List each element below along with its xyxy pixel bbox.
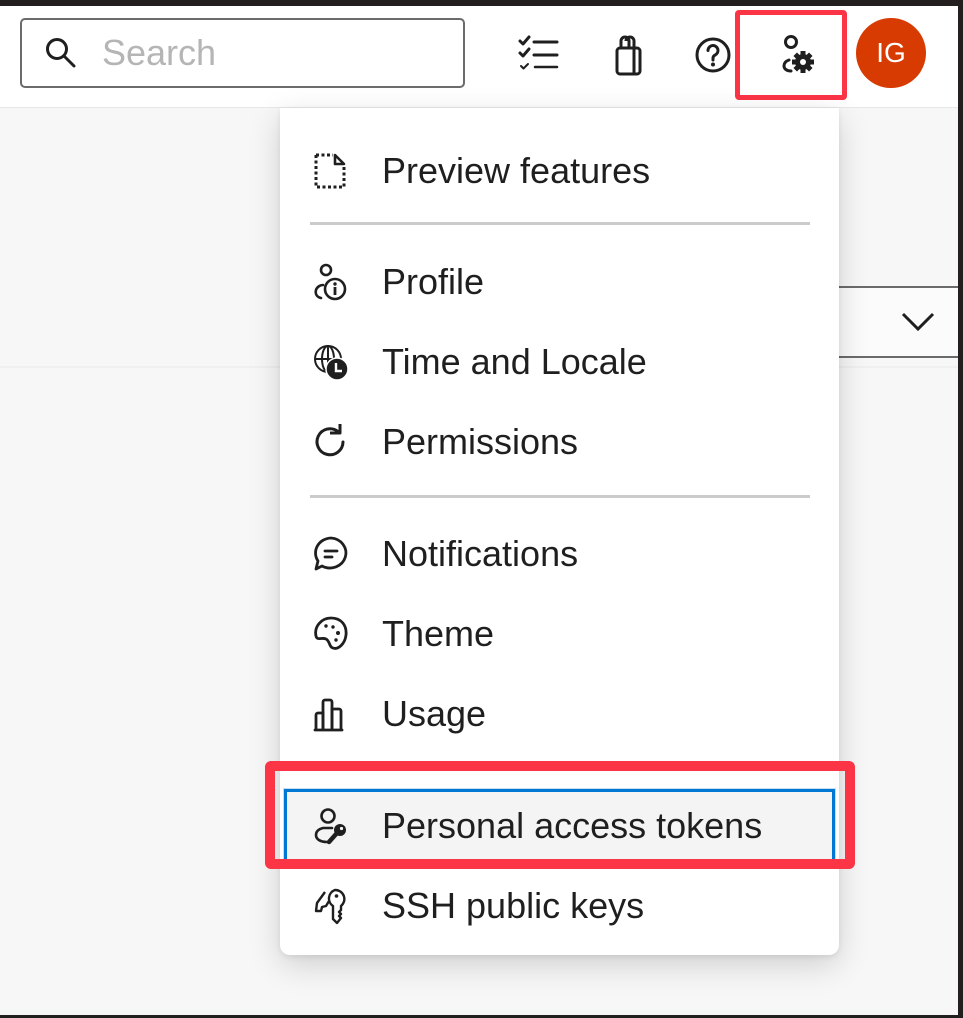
menu-item-label: Time and Locale bbox=[382, 341, 647, 382]
menu-item-profile[interactable]: Profile bbox=[280, 246, 839, 318]
menu-divider bbox=[310, 495, 810, 498]
menu-divider bbox=[310, 222, 810, 225]
menu-item-label: SSH public keys bbox=[382, 885, 645, 926]
avatar[interactable]: IG bbox=[856, 18, 926, 88]
menu-item-ssh-public-keys[interactable]: SSH public keys bbox=[280, 870, 839, 942]
menu-item-label: Preview features bbox=[382, 150, 651, 191]
menu-item-notifications[interactable]: Notifications bbox=[280, 518, 839, 590]
help-icon bbox=[695, 37, 731, 73]
work-items-checklist-icon bbox=[518, 35, 559, 70]
person-key-icon bbox=[311, 806, 351, 846]
profile-info-icon bbox=[311, 262, 351, 302]
user-settings-icon bbox=[782, 35, 814, 73]
menu-item-label: Personal access tokens bbox=[382, 805, 763, 846]
refresh-icon bbox=[311, 422, 351, 462]
menu-item-usage[interactable]: Usage bbox=[280, 678, 839, 750]
keys-icon bbox=[311, 886, 351, 926]
menu-item-personal-access-tokens[interactable]: Personal access tokens bbox=[283, 788, 836, 864]
menu-item-label: Notifications bbox=[382, 533, 579, 574]
globe-clock-icon bbox=[311, 342, 351, 382]
user-settings-menu: Preview features Profile Time and Locale… bbox=[280, 108, 839, 955]
search-input[interactable] bbox=[102, 32, 432, 74]
help-button[interactable] bbox=[681, 20, 745, 90]
app-window: IG Preview features bbox=[0, 6, 958, 1015]
search-box[interactable] bbox=[20, 18, 465, 88]
menu-item-theme[interactable]: Theme bbox=[280, 598, 839, 670]
menu-item-permissions[interactable]: Permissions bbox=[280, 406, 839, 478]
chevron-down-icon bbox=[901, 312, 935, 332]
top-bar: IG bbox=[0, 6, 958, 108]
menu-item-label: Profile bbox=[382, 261, 485, 302]
menu-item-time-and-locale[interactable]: Time and Locale bbox=[280, 326, 839, 398]
marketplace-button[interactable] bbox=[596, 20, 660, 90]
menu-item-label: Theme bbox=[382, 613, 495, 654]
chat-bubble-icon bbox=[311, 534, 351, 574]
marketplace-bag-icon bbox=[615, 35, 642, 76]
bar-chart-icon bbox=[311, 694, 351, 734]
background-dropdown[interactable] bbox=[838, 286, 958, 358]
user-settings-button[interactable] bbox=[762, 20, 826, 90]
search-icon bbox=[46, 38, 76, 68]
menu-item-preview-features[interactable]: Preview features bbox=[280, 135, 839, 207]
menu-item-label: Usage bbox=[382, 693, 487, 734]
work-items-button[interactable] bbox=[506, 20, 570, 90]
palette-icon bbox=[311, 614, 351, 654]
preview-document-icon bbox=[311, 151, 351, 191]
menu-item-label: Permissions bbox=[382, 421, 579, 462]
